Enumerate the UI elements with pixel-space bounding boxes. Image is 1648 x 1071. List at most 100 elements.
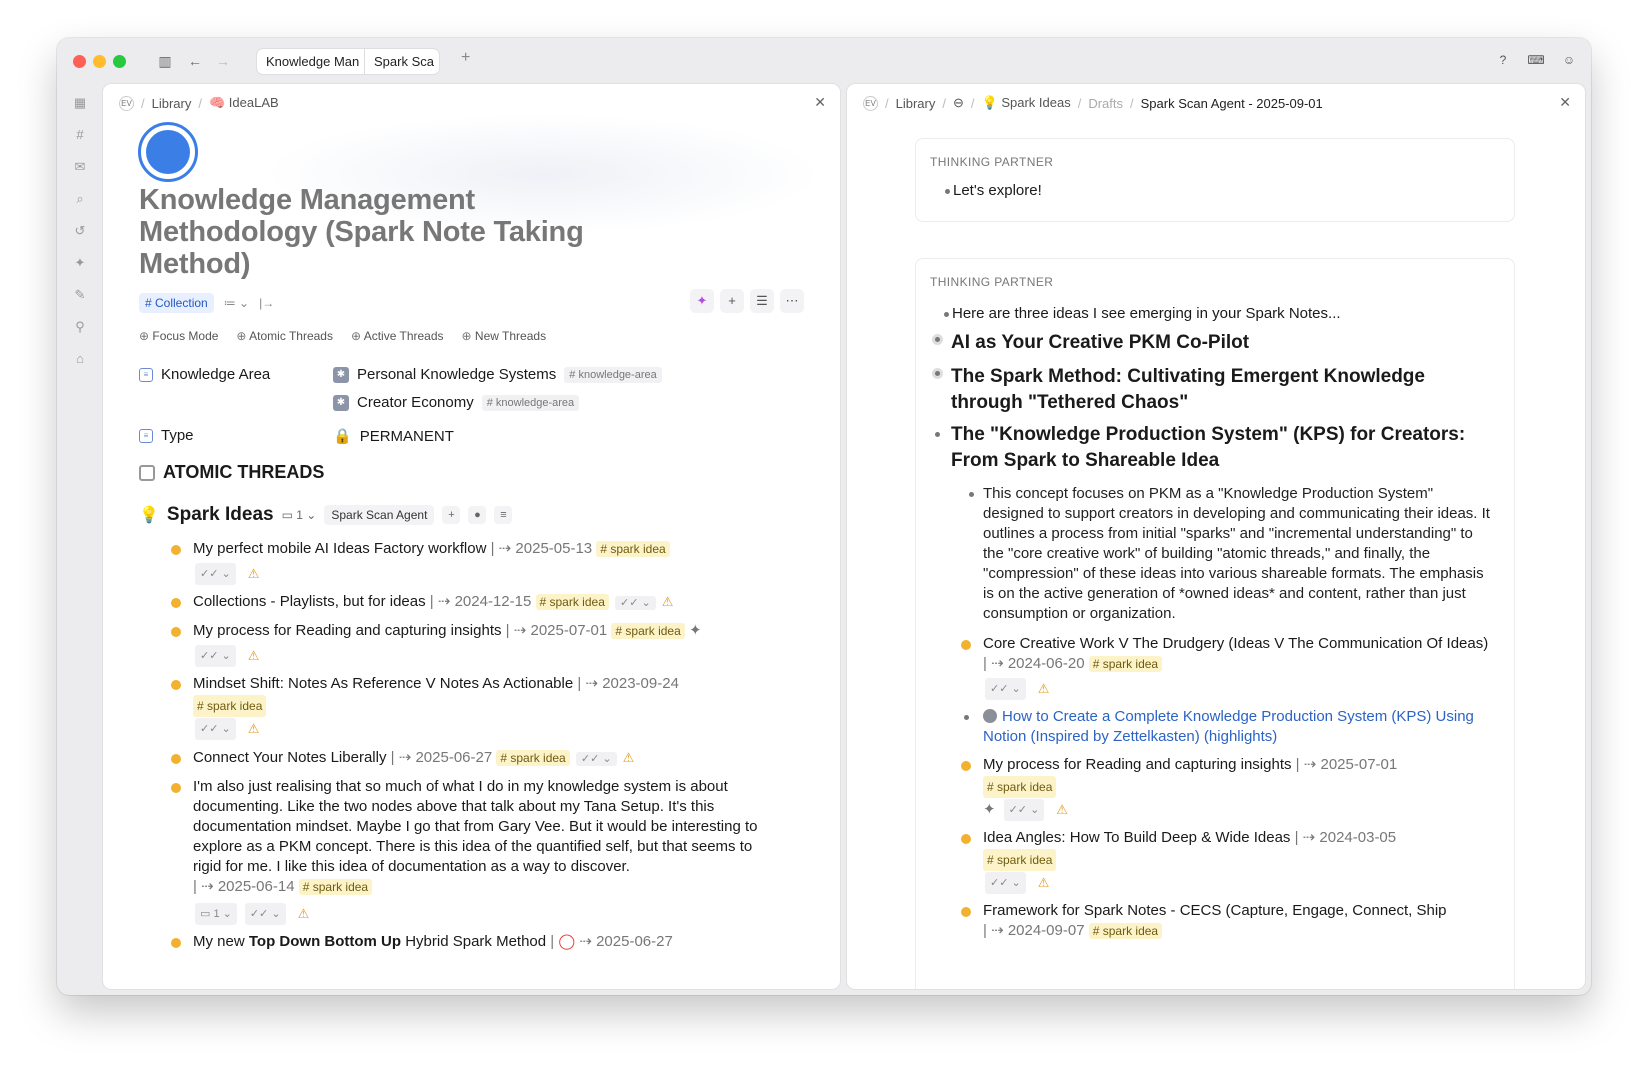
type-value[interactable]: 🔒 PERMANENT [333, 427, 454, 446]
card-label: THINKING PARTNER [930, 155, 1054, 169]
agent-chip[interactable]: Spark Scan Agent [324, 505, 435, 525]
warning-icon: ⚠ [622, 750, 635, 765]
user-icon[interactable]: ☺ [1560, 51, 1578, 69]
check-icon[interactable]: ✓✓ ⌄ [985, 872, 1026, 894]
expand-icon[interactable]: |→ [259, 296, 274, 310]
bullet [171, 754, 181, 764]
new-tab-icon[interactable]: + [461, 49, 470, 67]
card-text[interactable]: Let's explore! [953, 181, 1042, 201]
view-filters: Focus Mode Atomic Threads Active Threads… [139, 329, 546, 343]
check-icon[interactable]: ✓✓ ⌄ [244, 903, 286, 925]
filter-icon[interactable]: ☰ [750, 289, 774, 313]
app-window: ▥ ← → Knowledge Man Spark Sca + ? ⌨ ☺ ▦ … [57, 38, 1591, 995]
idea-heading[interactable]: The "Knowledge Production System" (KPS) … [951, 422, 1491, 474]
spark-ideas-title[interactable]: Spark Ideas [167, 504, 274, 526]
idea-heading[interactable]: The Spark Method: Cultivating Emergent K… [951, 364, 1491, 416]
node-avatar [138, 122, 198, 182]
inbox-icon[interactable]: ✉ [71, 158, 89, 176]
check-icon[interactable]: ✓✓ ⌄ [195, 718, 236, 740]
minimize-window-button[interactable] [93, 55, 106, 68]
back-arrow-icon[interactable]: ← [185, 51, 205, 71]
spark-ideas-header: 💡 Spark Ideas ▭ 1 ⌄ Spark Scan Agent + ●… [139, 504, 513, 526]
reference-icon [983, 709, 997, 723]
collapsed-bullet[interactable] [932, 334, 943, 345]
page-title[interactable]: Knowledge Management Methodology (Spark … [139, 184, 589, 280]
bullet [961, 640, 971, 650]
breadcrumb: EV / Library / 🧠 IdeaLAB [119, 95, 279, 111]
close-panel-icon[interactable]: ✕ [814, 94, 826, 111]
hash-icon[interactable]: # [71, 126, 89, 144]
tab-spark-scan[interactable]: Spark Sca [364, 49, 439, 74]
collection-tag[interactable]: # Collection [139, 293, 214, 313]
stack-icon [139, 464, 155, 481]
bullet [961, 834, 971, 844]
forward-arrow-icon[interactable]: → [213, 51, 233, 71]
more-icon[interactable]: ⋯ [780, 289, 804, 313]
check-icon[interactable]: ✓✓ ⌄ [195, 645, 236, 667]
card-label: THINKING PARTNER [930, 275, 1054, 289]
filter-active-threads[interactable]: Active Threads [351, 329, 444, 343]
more-icon[interactable]: ⊖ [953, 95, 964, 111]
pin-icon[interactable]: ⚲ [71, 318, 89, 336]
add-icon[interactable]: + [720, 289, 744, 313]
idea-description[interactable]: This concept focuses on PKM as a "Knowle… [983, 484, 1493, 624]
bullet [171, 627, 181, 637]
left-panel: EV / Library / 🧠 IdeaLAB ✕ Knowledge Man… [103, 84, 840, 989]
knowledge-area-value[interactable]: ✱ Personal Knowledge Systems # knowledge… [333, 366, 662, 383]
tag-row: # Collection ≔ ⌄ |→ [139, 293, 274, 313]
thinking-partner-card: THINKING PARTNER Let's explore! [915, 138, 1515, 222]
filter-focus-mode[interactable]: Focus Mode [139, 329, 218, 343]
keyboard-icon[interactable]: ⌨ [1527, 51, 1545, 69]
library-icon[interactable]: ⌂ [71, 350, 89, 368]
calendar-icon[interactable]: ▦ [71, 94, 89, 112]
zoom-window-button[interactable] [113, 55, 126, 68]
breadcrumb-idealab[interactable]: 🧠 IdeaLAB [209, 95, 279, 111]
check-icon[interactable]: ✓✓ ⌄ [1003, 799, 1045, 821]
comment-count[interactable]: ▭ 1 ⌄ [195, 903, 237, 925]
breadcrumb-current[interactable]: Spark Scan Agent - 2025-09-01 [1141, 96, 1323, 111]
breadcrumb-library[interactable]: Library [152, 96, 192, 111]
search-icon[interactable]: ⌕ [71, 190, 89, 208]
idea-heading[interactable]: AI as Your Creative PKM Co-Pilot [951, 330, 1491, 356]
intro-text[interactable]: Here are three ideas I see emerging in y… [952, 304, 1472, 324]
node-icon: ✱ [333, 394, 349, 411]
field-icon: ≡ [139, 367, 153, 382]
knowledge-area-value[interactable]: ✱ Creator Economy # knowledge-area [333, 394, 580, 411]
node-icon: ✱ [333, 366, 349, 383]
close-window-button[interactable] [73, 55, 86, 68]
filter-new-threads[interactable]: New Threads [462, 329, 546, 343]
warning-icon: ⚠ [247, 648, 260, 663]
field-icon: ≡ [139, 428, 153, 443]
check-icon[interactable]: ✓✓ ⌄ [195, 563, 236, 585]
lock-icon: 🔒 [333, 428, 352, 445]
workspace-badge[interactable]: EV [863, 95, 878, 111]
field-type: ≡ Type [139, 427, 194, 444]
workspace-badge[interactable]: EV [119, 95, 134, 111]
add-icon[interactable]: + [442, 506, 461, 524]
filter-atomic-threads[interactable]: Atomic Threads [236, 329, 333, 343]
record-icon[interactable]: ● [468, 506, 487, 524]
close-panel-icon[interactable]: ✕ [1559, 94, 1571, 111]
breadcrumb-drafts[interactable]: Drafts [1088, 96, 1123, 111]
warning-icon: ⚠ [247, 566, 260, 581]
warning-icon: ⚠ [1056, 802, 1068, 817]
node-toolbar: ✦ + ☰ ⋯ [690, 289, 804, 313]
ai-sparkle-icon[interactable]: ✦ [71, 254, 89, 272]
collapsed-bullet[interactable] [932, 368, 943, 379]
tab-knowledge[interactable]: Knowledge Man [257, 49, 364, 74]
settings-icon[interactable]: ≡ [494, 506, 513, 524]
edit-icon[interactable]: ✎ [71, 286, 89, 304]
lightbulb-icon: 💡 [139, 507, 159, 524]
sidebar-toggle-icon[interactable]: ▥ [155, 51, 175, 71]
field-knowledge-area: ≡ Knowledge Area [139, 366, 270, 383]
help-icon[interactable]: ? [1494, 51, 1512, 69]
ai-sparkle-icon[interactable]: ✦ [690, 289, 714, 313]
history-icon[interactable]: ↺ [71, 222, 89, 240]
comment-count[interactable]: ▭ 1 ⌄ [282, 508, 317, 522]
breadcrumb-library[interactable]: Library [896, 96, 936, 111]
list-view-icon[interactable]: ≔ ⌄ [224, 296, 249, 310]
breadcrumb-spark-ideas[interactable]: 💡 Spark Ideas [982, 95, 1071, 111]
bullet [171, 545, 181, 555]
check-icon[interactable]: ✓✓ ⌄ [985, 678, 1026, 700]
bullet [171, 598, 181, 608]
